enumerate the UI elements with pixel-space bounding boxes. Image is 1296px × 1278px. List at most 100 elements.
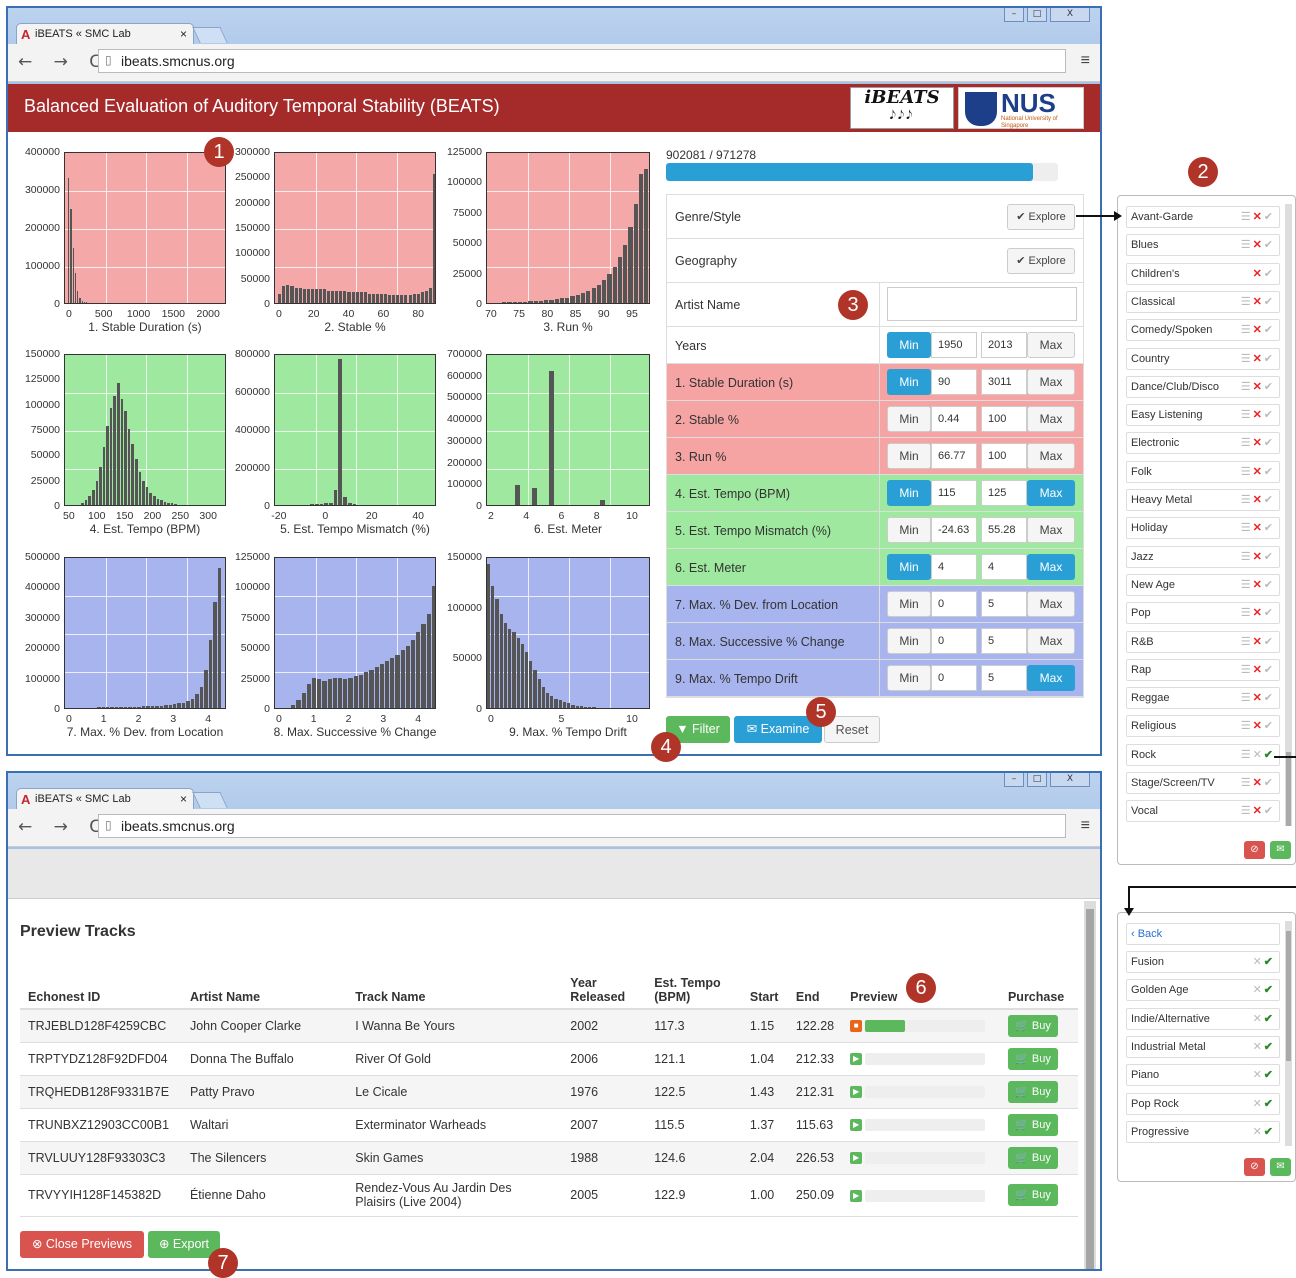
list-icon[interactable]: ☰ (1241, 296, 1253, 308)
list-icon[interactable]: ☰ (1241, 239, 1253, 251)
check-icon[interactable]: ✔ (1264, 324, 1275, 336)
cross-icon[interactable]: ✕ (1253, 494, 1264, 506)
check-icon[interactable]: ✔ (1264, 636, 1275, 648)
check-icon[interactable]: ✔ (1264, 381, 1275, 393)
genre-item[interactable]: Reggae☰✕✔ (1126, 687, 1280, 709)
min-toggle-button[interactable]: Min (887, 665, 931, 691)
check-icon[interactable]: ✔ (1264, 749, 1275, 761)
tab-close-icon[interactable]: × (180, 27, 187, 41)
cross-icon[interactable]: ✕ (1253, 296, 1264, 308)
cross-icon[interactable]: ✕ (1253, 551, 1264, 563)
list-icon[interactable]: ☰ (1241, 466, 1253, 478)
max-toggle-button[interactable]: Max (1027, 443, 1075, 469)
column-header[interactable]: Purchase (1000, 963, 1078, 1009)
max-toggle-button[interactable]: Max (1027, 332, 1075, 358)
close-window-button-2[interactable]: X (1050, 773, 1090, 787)
scrollbar-thumb[interactable] (1086, 909, 1094, 1269)
cross-icon[interactable]: ✕ (1253, 664, 1264, 676)
check-icon[interactable]: ✔ (1264, 805, 1275, 817)
list-icon[interactable]: ☰ (1241, 409, 1253, 421)
list-icon[interactable]: ☰ (1241, 437, 1253, 449)
list-icon[interactable]: ☰ (1241, 353, 1253, 365)
check-icon[interactable]: ✔ (1264, 692, 1275, 704)
genre-item[interactable]: Classical☰✕✔ (1126, 291, 1280, 313)
cross-icon[interactable]: ✕ (1253, 805, 1264, 817)
max-toggle-button[interactable]: Max (1027, 554, 1075, 580)
min-toggle-button[interactable]: Min (887, 517, 931, 543)
cross-icon[interactable]: ✕ (1253, 409, 1264, 421)
browser-tab[interactable]: AiBEATS « SMC Lab× (16, 23, 194, 44)
min-toggle-button[interactable]: Min (887, 369, 931, 395)
style-item[interactable]: Golden Age✕✔ (1126, 979, 1280, 1001)
cross-icon[interactable]: ✕ (1253, 1098, 1264, 1110)
check-icon[interactable]: ✔ (1264, 1069, 1275, 1081)
style-scrollbar-thumb[interactable] (1286, 931, 1291, 1061)
genre-item[interactable]: Heavy Metal☰✕✔ (1126, 489, 1280, 511)
check-icon[interactable]: ✔ (1264, 664, 1275, 676)
list-icon[interactable]: ☰ (1241, 664, 1253, 676)
column-header[interactable]: Artist Name (182, 963, 347, 1009)
min-value-input[interactable]: 66.77 (931, 443, 977, 469)
min-value-input[interactable]: -24.63 (931, 517, 977, 543)
cross-icon[interactable]: ✕ (1253, 636, 1264, 648)
check-icon[interactable]: ✔ (1264, 1013, 1275, 1025)
genre-item[interactable]: Children's✕✔ (1126, 263, 1280, 285)
list-icon[interactable]: ☰ (1241, 720, 1253, 732)
column-header[interactable]: Start (742, 963, 788, 1009)
cross-icon[interactable]: ✕ (1253, 437, 1264, 449)
genre-ok-button[interactable]: ✉ (1270, 841, 1291, 859)
new-tab-button[interactable] (192, 27, 227, 43)
cross-icon[interactable]: ✕ (1253, 692, 1264, 704)
max-toggle-button[interactable]: Max (1027, 406, 1075, 432)
cross-icon[interactable]: ✕ (1253, 1013, 1264, 1025)
genre-item[interactable]: Rap☰✕✔ (1126, 659, 1280, 681)
export-button[interactable]: ⊕ Export (148, 1231, 220, 1258)
max-value-input[interactable]: 100 (981, 406, 1027, 432)
maximize-button[interactable]: □ (1027, 8, 1047, 22)
back-button[interactable]: ‹ Back (1126, 923, 1280, 945)
check-icon[interactable]: ✔ (1264, 956, 1275, 968)
close-previews-button[interactable]: ⊗ Close Previews (20, 1231, 144, 1258)
preview-progress-bar[interactable] (865, 1086, 985, 1098)
max-value-input[interactable]: 5 (981, 591, 1027, 617)
check-icon[interactable]: ✔ (1264, 579, 1275, 591)
preview-progress-bar[interactable] (865, 1190, 985, 1202)
cross-icon[interactable]: ✕ (1253, 353, 1264, 365)
cross-icon[interactable]: ✕ (1253, 1069, 1264, 1081)
explore-button[interactable]: ✔ Explore (1007, 248, 1075, 274)
preview-progress-bar[interactable] (865, 1053, 985, 1065)
cross-icon[interactable]: ✕ (1253, 522, 1264, 534)
check-icon[interactable]: ✔ (1264, 494, 1275, 506)
new-tab-button-2[interactable] (192, 792, 227, 808)
column-header[interactable]: End (788, 963, 842, 1009)
vertical-scrollbar[interactable] (1084, 901, 1096, 1269)
check-icon[interactable]: ✔ (1264, 353, 1275, 365)
max-toggle-button[interactable]: Max (1027, 628, 1075, 654)
list-icon[interactable]: ☰ (1241, 777, 1253, 789)
list-icon[interactable]: ☰ (1241, 324, 1253, 336)
genre-item[interactable]: Electronic☰✕✔ (1126, 432, 1280, 454)
cross-icon[interactable]: ✕ (1253, 777, 1264, 789)
check-icon[interactable]: ✔ (1264, 607, 1275, 619)
genre-cancel-button[interactable]: ⊘ (1244, 841, 1265, 859)
artist-name-input[interactable] (887, 287, 1077, 321)
genre-item[interactable]: R&B☰✕✔ (1126, 631, 1280, 653)
list-icon[interactable]: ☰ (1241, 805, 1253, 817)
check-icon[interactable]: ✔ (1264, 1041, 1275, 1053)
close-window-button[interactable]: X (1050, 8, 1090, 22)
check-icon[interactable]: ✔ (1264, 211, 1275, 223)
genre-item[interactable]: Comedy/Spoken☰✕✔ (1126, 319, 1280, 341)
genre-item[interactable]: Easy Listening☰✕✔ (1126, 404, 1280, 426)
min-value-input[interactable]: 0 (931, 665, 977, 691)
cross-icon[interactable]: ✕ (1253, 466, 1264, 478)
check-icon[interactable]: ✔ (1264, 268, 1275, 280)
genre-item[interactable]: Jazz☰✕✔ (1126, 546, 1280, 568)
check-icon[interactable]: ✔ (1264, 409, 1275, 421)
menu-icon-2[interactable]: ≡ (1081, 817, 1090, 835)
min-toggle-button[interactable]: Min (887, 480, 931, 506)
max-value-input[interactable]: 4 (981, 554, 1027, 580)
max-value-input[interactable]: 5 (981, 628, 1027, 654)
list-icon[interactable]: ☰ (1241, 211, 1253, 223)
style-item[interactable]: Piano✕✔ (1126, 1064, 1280, 1086)
genre-item[interactable]: Dance/Club/Disco☰✕✔ (1126, 376, 1280, 398)
